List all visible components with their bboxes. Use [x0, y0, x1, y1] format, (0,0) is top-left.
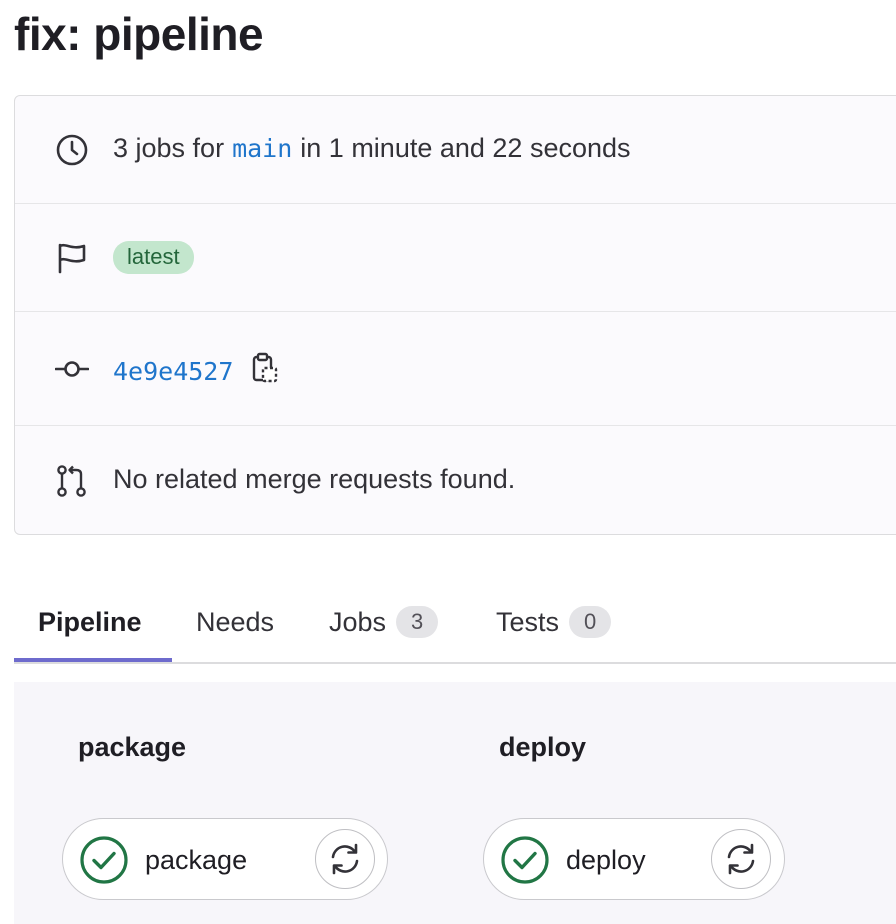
- status-success-icon: [500, 835, 550, 885]
- tests-count-badge: 0: [569, 606, 612, 638]
- badges-row: latest: [15, 204, 896, 312]
- pipeline-tabs: Pipeline Needs Jobs 3 Tests 0: [14, 580, 896, 664]
- commit-info: 4e9e4527: [113, 352, 279, 391]
- jobs-summary-row: 3 jobs for main in 1 minute and 22 secon…: [15, 96, 896, 204]
- active-tab-indicator: [14, 658, 172, 662]
- pipeline-info-card: 3 jobs for main in 1 minute and 22 secon…: [14, 95, 896, 535]
- merge-requests-label: No related merge requests found.: [113, 464, 516, 494]
- merge-requests-row: No related merge requests found.: [15, 426, 896, 536]
- tab-tests-label: Tests: [496, 606, 560, 637]
- retry-icon[interactable]: [711, 829, 771, 889]
- latest-badge: latest: [113, 241, 194, 274]
- flag-icon: [55, 241, 89, 275]
- stage-title-package: package: [78, 732, 187, 762]
- job-name: deploy: [566, 844, 646, 875]
- job-package[interactable]: package: [62, 818, 388, 900]
- jobs-count-badge: 3: [396, 606, 439, 638]
- page-title: fix: pipeline: [14, 8, 264, 60]
- retry-icon[interactable]: [315, 829, 375, 889]
- tab-pipeline[interactable]: Pipeline: [38, 580, 142, 664]
- commit-row: 4e9e4527: [15, 312, 896, 426]
- commit-sha-link[interactable]: 4e9e4527: [113, 357, 233, 386]
- jobs-summary-prefix: 3 jobs for: [113, 133, 225, 163]
- tab-jobs[interactable]: Jobs 3: [329, 580, 439, 664]
- tab-tests[interactable]: Tests 0: [496, 580, 612, 664]
- branch-link[interactable]: main: [232, 134, 292, 163]
- merge-requests-text: No related merge requests found.: [113, 464, 515, 495]
- tab-jobs-label: Jobs: [329, 606, 387, 637]
- merge-request-icon: [55, 464, 89, 498]
- badges: latest: [113, 241, 194, 274]
- jobs-summary: 3 jobs for main in 1 minute and 22 secon…: [113, 133, 631, 164]
- tab-needs[interactable]: Needs: [196, 580, 274, 664]
- clock-icon: [55, 133, 89, 167]
- tab-pipeline-label: Pipeline: [38, 606, 142, 637]
- job-deploy[interactable]: deploy: [483, 818, 785, 900]
- job-name: package: [145, 844, 248, 875]
- status-success-icon: [79, 835, 129, 885]
- tab-needs-label: Needs: [196, 606, 275, 637]
- copy-to-clipboard-icon[interactable]: [251, 352, 279, 391]
- jobs-summary-duration: in 1 minute and 22 seconds: [300, 133, 631, 163]
- commit-icon: [55, 352, 89, 386]
- pipeline-page: fix: pipeline 3 jobs for main in 1 minut…: [0, 0, 896, 924]
- pipeline-graph: package package deploy deploy: [14, 682, 896, 924]
- stage-title-deploy: deploy: [499, 732, 587, 762]
